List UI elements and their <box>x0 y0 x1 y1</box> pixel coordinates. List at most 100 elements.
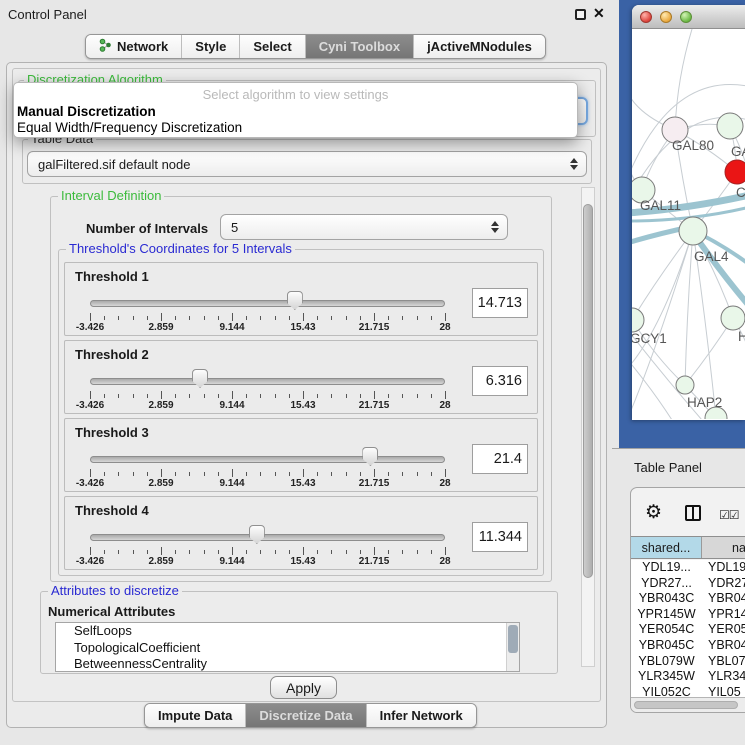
tab-infer-network[interactable]: Infer Network <box>366 704 476 727</box>
threshold-row: Threshold 1-3.4262.8599.14415.4321.71528… <box>64 262 538 336</box>
column-header-name[interactable]: na <box>702 537 745 558</box>
network-node[interactable] <box>632 308 644 332</box>
slider-tick-labels: -3.4262.8599.14415.4321.71528 <box>65 322 537 334</box>
table-row[interactable]: YIL052CYIL05 <box>631 685 745 697</box>
table-row[interactable]: YPR145WYPR14 <box>631 607 745 623</box>
interval-definition-label: Interval Definition <box>58 189 164 202</box>
tab-jactivemnodules[interactable]: jActiveMNodules <box>413 35 545 58</box>
zoom-window-icon[interactable] <box>680 11 692 23</box>
table-row[interactable]: YER054CYER05 <box>631 622 745 638</box>
slider-thumb[interactable] <box>362 447 378 466</box>
close-icon[interactable]: ✕ <box>593 5 605 22</box>
attribute-list-item[interactable]: BetweennessCentrality <box>56 656 519 672</box>
threshold-value-field[interactable]: 11.344 <box>472 522 528 552</box>
threshold-value-field[interactable]: 21.4 <box>472 444 528 474</box>
tab-label: Select <box>253 39 291 54</box>
panel-scrollbar[interactable] <box>581 187 595 667</box>
list-scrollbar[interactable] <box>506 623 519 671</box>
slider-thumb[interactable] <box>287 291 303 310</box>
network-node-label: C <box>736 185 745 200</box>
numerical-attributes-list[interactable]: SelfLoopsTopologicalCoefficientBetweenne… <box>55 622 520 672</box>
table-row[interactable]: YDR27...YDR27 <box>631 576 745 592</box>
table-row[interactable]: YDL19...YDL19 <box>631 560 745 576</box>
column-header-shared-name[interactable]: shared... <box>631 537 702 558</box>
network-node[interactable] <box>676 376 694 394</box>
cell-shared-name: YDR27... <box>631 576 702 592</box>
network-window[interactable]: GAL80GACGAL11GAL4GCY1HHAP2 <box>632 5 745 420</box>
tab-label: Impute Data <box>158 708 232 723</box>
slider-track[interactable] <box>90 300 445 307</box>
panel-title: Control Panel <box>8 7 87 22</box>
slider-ticks <box>65 391 537 400</box>
tab-label: Style <box>195 39 226 54</box>
tab-network[interactable]: Network <box>86 35 181 58</box>
network-edge <box>675 29 692 130</box>
cell-name: YBL07 <box>702 654 745 670</box>
network-node-label: GA <box>731 144 745 159</box>
table-data-combobox[interactable]: galFiltered.sif default node <box>27 151 587 177</box>
cell-name: YBR04 <box>702 638 745 654</box>
table-row[interactable]: YBR043CYBR04 <box>631 591 745 607</box>
dropdown-option-equal-width[interactable]: Equal Width/Frequency Discretization <box>17 120 242 135</box>
network-view[interactable]: GAL80GACGAL11GAL4GCY1HHAP2 <box>632 29 745 419</box>
network-node[interactable] <box>717 113 743 139</box>
slider-thumb[interactable] <box>249 525 265 544</box>
float-panel-icon[interactable] <box>575 9 586 20</box>
table-row[interactable]: YLR345WYLR34 <box>631 669 745 685</box>
table-body: YDL19...YDL19YDR27...YDR27YBR043CYBR04YP… <box>631 560 745 697</box>
threshold-row: Threshold 2-3.4262.8599.14415.4321.71528… <box>64 340 538 414</box>
dropdown-placeholder: Select algorithm to view settings <box>14 87 577 102</box>
cell-shared-name: YPR145W <box>631 607 702 623</box>
network-node-label: GAL4 <box>694 249 729 264</box>
network-node[interactable] <box>679 217 707 245</box>
attribute-list-item[interactable]: TopologicalCoefficient <box>56 640 519 657</box>
dropdown-option-manual[interactable]: Manual Discretization <box>17 104 156 119</box>
minimize-window-icon[interactable] <box>660 11 672 23</box>
network-edge <box>632 231 693 320</box>
apply-button[interactable]: Apply <box>270 676 337 699</box>
network-node[interactable] <box>725 160 745 184</box>
number-of-intervals-combobox[interactable]: 5 <box>220 214 508 240</box>
threshold-value-field[interactable]: 14.713 <box>472 288 528 318</box>
tab-select[interactable]: Select <box>239 35 304 58</box>
threshold-value-field[interactable]: 6.316 <box>472 366 528 396</box>
select-columns-icon[interactable]: ☑☑ <box>719 508 739 522</box>
slider-track[interactable] <box>90 378 445 385</box>
tab-discretize-data[interactable]: Discretize Data <box>245 704 365 727</box>
column-layout-icon[interactable] <box>685 505 701 521</box>
threshold-row: Threshold 4-3.4262.8599.14415.4321.71528… <box>64 496 538 570</box>
number-of-intervals-value: 5 <box>231 220 238 235</box>
table-row[interactable]: YBR045CYBR04 <box>631 638 745 654</box>
gear-icon[interactable]: ⚙ <box>645 503 662 522</box>
cell-shared-name: YBL079W <box>631 654 702 670</box>
table-panel-title: Table Panel <box>634 460 702 475</box>
network-node[interactable] <box>721 306 745 330</box>
threshold-label: Threshold 4 <box>75 503 149 518</box>
tab-style[interactable]: Style <box>181 35 239 58</box>
network-graph: GAL80GACGAL11GAL4GCY1HHAP2 <box>632 29 745 419</box>
node-table-panel: ⚙ ☑☑ shared... na YDL19...YDL19YDR27...Y… <box>630 487 745 713</box>
table-row[interactable]: YBL079WYBL07 <box>631 654 745 670</box>
slider-tick-labels: -3.4262.8599.14415.4321.71528 <box>65 400 537 412</box>
table-toolbar: ⚙ ☑☑ <box>631 488 745 535</box>
close-window-icon[interactable] <box>640 11 652 23</box>
threshold-coordinates-label: Threshold's Coordinates for 5 Intervals <box>66 242 295 255</box>
slider-track[interactable] <box>90 534 445 541</box>
slider-track[interactable] <box>90 456 445 463</box>
cell-shared-name: YDL19... <box>631 560 702 576</box>
tab-label: jActiveMNodules <box>427 39 532 54</box>
scrollbar-thumb[interactable] <box>634 701 738 709</box>
network-node-label: H <box>738 329 745 344</box>
tab-cyni-toolbox[interactable]: Cyni Toolbox <box>305 35 413 58</box>
slider-thumb[interactable] <box>192 369 208 388</box>
slider-tick-labels: -3.4262.8599.14415.4321.71528 <box>65 478 537 490</box>
scrollbar-thumb[interactable] <box>583 204 593 578</box>
table-horizontal-scrollbar[interactable] <box>631 697 745 713</box>
cell-name: YPR14 <box>702 607 745 623</box>
attribute-list-item[interactable]: SelfLoops <box>56 623 519 640</box>
cell-name: YER05 <box>702 622 745 638</box>
algorithm-dropdown-popup: Select algorithm to view settings Manual… <box>13 82 578 138</box>
tab-impute-data[interactable]: Impute Data <box>145 704 245 727</box>
network-window-titlebar[interactable] <box>632 5 745 29</box>
slider-ticks <box>65 547 537 556</box>
